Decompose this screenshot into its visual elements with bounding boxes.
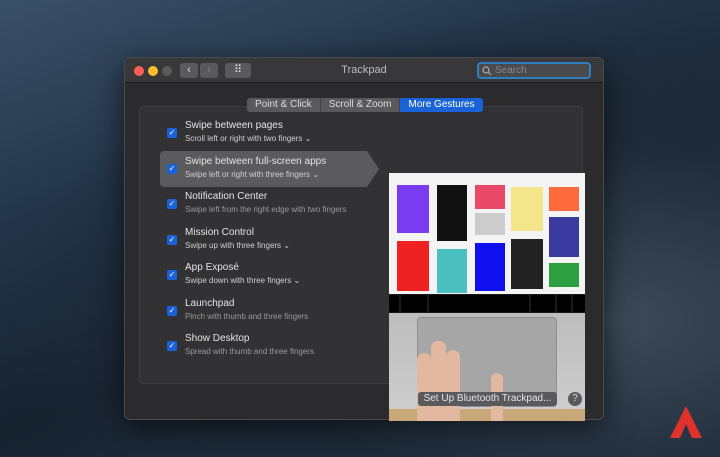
preview-poster-tile: [511, 239, 543, 289]
preview-poster-tile: [397, 241, 429, 291]
gesture-subtitle[interactable]: Swipe down with three fingers ⌄: [185, 276, 300, 285]
preview-poster-tile: [397, 185, 429, 233]
chevron-down-icon[interactable]: ⌄: [312, 170, 319, 179]
search-placeholder: Search: [495, 65, 527, 76]
setup-bluetooth-trackpad-button[interactable]: Set Up Bluetooth Trackpad...: [418, 392, 557, 406]
gesture-checkbox[interactable]: ✓: [167, 199, 177, 209]
gesture-title: Swipe between full-screen apps: [185, 155, 327, 167]
chevron-down-icon[interactable]: ⌄: [294, 276, 301, 285]
gesture-item[interactable]: ✓ Swipe between pages Scroll left or rig…: [160, 115, 380, 151]
gesture-item[interactable]: ✓ Show Desktop Spread with thumb and thr…: [160, 328, 380, 364]
chevron-down-icon[interactable]: ⌄: [305, 134, 312, 143]
preview-poster-tile: [511, 187, 543, 231]
chevron-down-icon[interactable]: ⌄: [283, 241, 290, 250]
gesture-subtitle[interactable]: Swipe up with three fingers ⌄: [185, 241, 290, 250]
gestures-panel: ✓ Swipe between pages Scroll left or rig…: [139, 106, 585, 421]
tab-bar: Point & Click Scroll & Zoom More Gesture…: [247, 98, 483, 112]
gesture-checkbox[interactable]: ✓: [167, 234, 177, 245]
gesture-subtitle: Spread with thumb and three fingers: [185, 347, 314, 356]
watermark-logo: [670, 406, 702, 438]
gesture-item[interactable]: ✓ Launchpad Pinch with thumb and three f…: [160, 293, 380, 329]
gesture-item[interactable]: ✓ Notification Center Swipe left from th…: [160, 186, 380, 222]
gesture-title: Notification Center: [185, 191, 268, 202]
gesture-subtitle: Pinch with thumb and three fingers: [185, 312, 308, 321]
gesture-checkbox[interactable]: ✓: [167, 341, 177, 351]
gesture-subtitle-text: Scroll left or right with two fingers: [185, 134, 303, 143]
tab-scroll-zoom[interactable]: Scroll & Zoom: [320, 98, 401, 112]
trackpad-window: ‹ › ⠿ Trackpad Search Point & Click Scro…: [124, 57, 604, 421]
preview-poster-tile: [549, 217, 579, 257]
help-button[interactable]: ?: [568, 392, 582, 406]
tab-point-click[interactable]: Point & Click: [247, 98, 321, 112]
gesture-subtitle: Swipe left from the right edge with two …: [185, 205, 346, 214]
preview-poster-tile: [475, 243, 505, 291]
gesture-subtitle-text: Swipe left from the right edge with two …: [185, 205, 347, 214]
gesture-item[interactable]: ✓ Swipe between full-screen apps Swipe l…: [160, 150, 379, 187]
preview-poster-tile: [437, 249, 467, 293]
gesture-item[interactable]: ✓ Mission Control Swipe up with three fi…: [160, 222, 380, 258]
gesture-subtitle[interactable]: Scroll left or right with two fingers ⌄: [185, 134, 311, 143]
gesture-subtitle-text: Swipe down with three fingers: [185, 276, 292, 285]
preview-screen: [389, 173, 585, 294]
gesture-title: App Exposé: [185, 262, 239, 273]
tab-more-gestures[interactable]: More Gestures: [400, 98, 483, 112]
search-input[interactable]: Search: [477, 62, 591, 79]
preview-keyboard: [389, 294, 585, 313]
search-icon: [482, 66, 492, 76]
preview-poster-tile: [549, 263, 579, 287]
gesture-subtitle-text: Spread with thumb and three fingers: [185, 347, 314, 356]
gesture-subtitle-text: Swipe left or right with three fingers: [185, 169, 310, 179]
gesture-title: Show Desktop: [185, 333, 250, 344]
gesture-title: Launchpad: [185, 297, 235, 309]
gesture-subtitle-text: Pinch with thumb and three fingers: [185, 311, 309, 321]
preview-poster-tile: [475, 213, 505, 235]
preview-poster-tile: [437, 185, 467, 241]
gesture-checkbox[interactable]: ✓: [167, 305, 177, 316]
gesture-subtitle-text: Swipe up with three fingers: [185, 240, 282, 250]
gesture-item[interactable]: ✓ App Exposé Swipe down with three finge…: [160, 257, 380, 293]
gesture-checkbox[interactable]: ✓: [167, 128, 177, 138]
preview-poster-tile: [475, 185, 505, 209]
preview-poster-tile: [549, 187, 579, 211]
gesture-checkbox[interactable]: ✓: [167, 270, 177, 280]
gesture-checkbox[interactable]: ✓: [167, 163, 177, 174]
gesture-title: Swipe between pages: [185, 120, 283, 131]
gesture-title: Mission Control: [185, 226, 254, 238]
gesture-preview-video: [389, 173, 585, 421]
gesture-subtitle[interactable]: Swipe left or right with three fingers ⌄: [185, 170, 319, 179]
title-bar: ‹ › ⠿ Trackpad Search: [125, 58, 603, 83]
